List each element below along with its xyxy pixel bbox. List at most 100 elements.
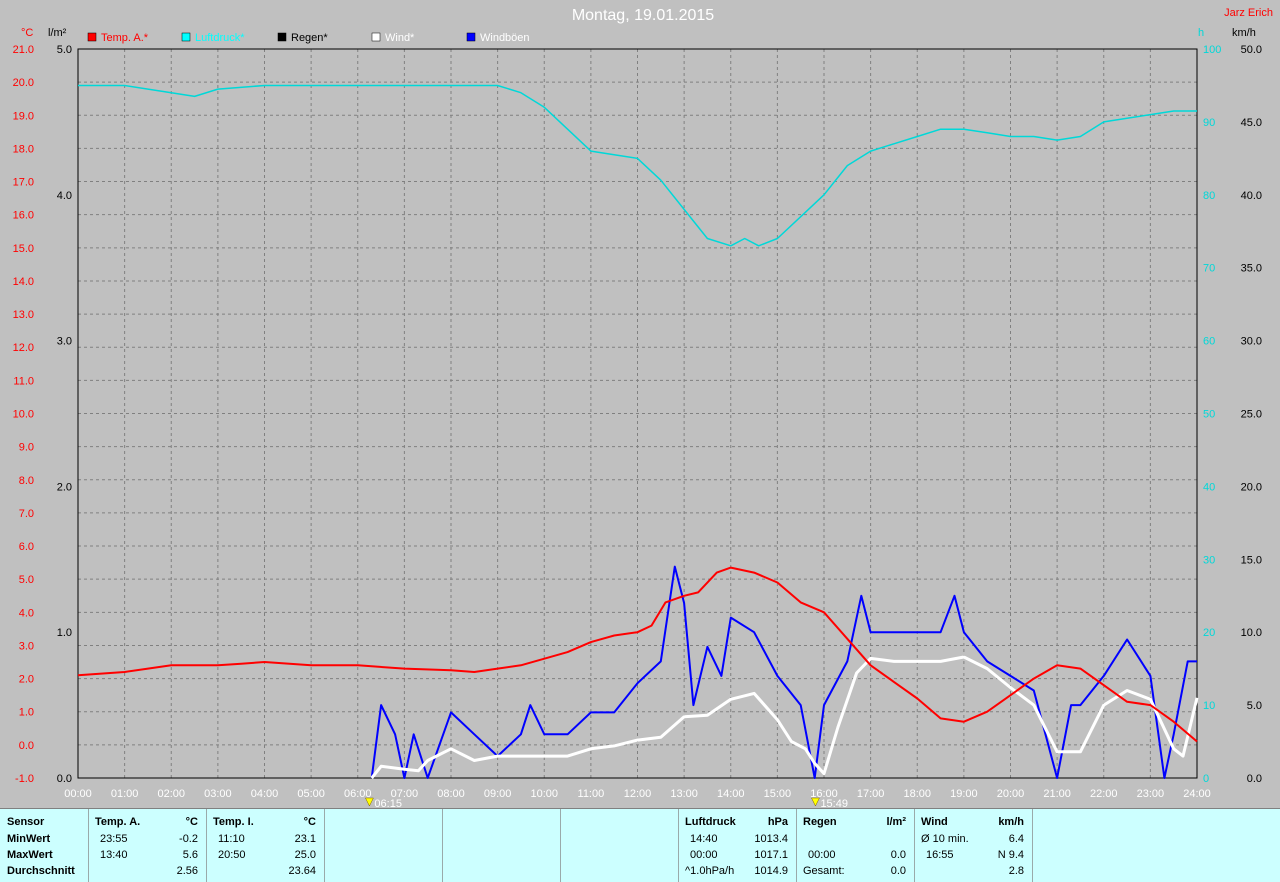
rain-unit: l/m² — [886, 816, 906, 828]
pressure-min-time: 14:40 — [690, 833, 718, 845]
pressure-tick-label: 100 — [1203, 44, 1221, 56]
chart-legend: Temp. A.* Luftdruck* Regen* Wind* Windböen — [87, 32, 530, 44]
time-tick-label: 04:00 — [251, 788, 279, 800]
temp-tick-label: 5.0 — [19, 574, 34, 586]
legend-swatch — [466, 32, 476, 42]
time-tick-label: 18:00 — [903, 788, 931, 800]
temp-a-max-time: 13:40 — [100, 849, 128, 861]
temp-tick-label: 1.0 — [19, 707, 34, 719]
pressure-tick-label: 10 — [1203, 700, 1215, 712]
temp-tick-label: 17.0 — [13, 177, 34, 189]
row-label-avg: Durchschnitt — [7, 865, 75, 877]
pressure-max-time: 00:00 — [690, 849, 718, 861]
legend-label: Luftdruck* — [195, 32, 245, 44]
time-tick-label: 24:00 — [1183, 788, 1211, 800]
rain-max-time: 00:00 — [808, 849, 836, 861]
rain-tick-label: 4.0 — [57, 190, 72, 202]
temp-i-header: Temp. I. — [213, 816, 254, 828]
rain-max: 0.0 — [890, 849, 906, 861]
pressure-tick-label: 70 — [1203, 263, 1215, 275]
wind-tick-label: 50.0 — [1241, 44, 1262, 56]
temp-tick-label: 10.0 — [13, 409, 34, 421]
temp-tick-label: 13.0 — [13, 309, 34, 321]
temp-i-max-time: 20:50 — [218, 849, 246, 861]
time-tick-label: 14:00 — [717, 788, 745, 800]
legend-swatch — [277, 32, 287, 42]
temp-tick-label: 3.0 — [19, 640, 34, 652]
temp-a-avg: 2.56 — [176, 865, 198, 877]
wind-mean: 2.8 — [1008, 865, 1024, 877]
pressure-tick-label: 20 — [1203, 627, 1215, 639]
pressure-tick-label: 90 — [1203, 117, 1215, 129]
wind-avg-label: Ø 10 min. — [921, 833, 969, 845]
wind-header: Wind — [921, 816, 948, 828]
wind-tick-label: 5.0 — [1247, 700, 1262, 712]
time-tick-label: 21:00 — [1043, 788, 1071, 800]
weather-chart: 00:00 01:00 02:00 03:00 04:00 05:00 06:00 07:00… — [13, 7, 1273, 808]
wind-tick-label: 0.0 — [1247, 773, 1262, 785]
wind-tick-label: 20.0 — [1241, 481, 1262, 493]
time-tick-label: 08:00 — [437, 788, 465, 800]
wind-tick-label: 45.0 — [1241, 117, 1262, 129]
time-tick-label: 22:00 — [1090, 788, 1118, 800]
temp-a-unit: °C — [185, 816, 198, 828]
sunset-marker-icon — [811, 797, 820, 807]
rain-axis-unit: l/m² — [48, 27, 67, 39]
pressure-tick-label: 80 — [1203, 190, 1215, 202]
wind-unit: km/h — [998, 816, 1024, 828]
time-tick-label: 17:00 — [857, 788, 885, 800]
temp-tick-label: 16.0 — [13, 210, 34, 222]
temp-i-unit: °C — [303, 816, 316, 828]
temp-i-max: 25.0 — [294, 849, 316, 861]
temp-i-avg: 23.64 — [288, 865, 316, 877]
temp-a-min-time: 23:55 — [100, 833, 128, 845]
time-tick-label: 09:00 — [484, 788, 512, 800]
time-tick-label: 02:00 — [157, 788, 185, 800]
temp-tick-label: 8.0 — [19, 475, 34, 487]
sensor-header: Sensor — [7, 816, 45, 828]
temp-tick-label: 7.0 — [19, 508, 34, 520]
time-tick-label: 11:00 — [578, 788, 605, 800]
time-tick-label: 15:00 — [764, 788, 792, 800]
temp-tick-label: 21.0 — [13, 44, 34, 56]
pressure-tick-label: 30 — [1203, 554, 1215, 566]
rain-tick-label: 1.0 — [57, 627, 72, 639]
pressure-trend: 1014.9 — [754, 865, 788, 877]
legend-label: Regen* — [291, 32, 328, 44]
time-tick-label: 05:00 — [297, 788, 325, 800]
legend-swatch — [87, 32, 97, 42]
wind-axis-unit: km/h — [1232, 27, 1256, 39]
time-tick-label: 03:00 — [204, 788, 232, 800]
wind-max: N 9.4 — [997, 849, 1024, 861]
temp-axis-unit: °C — [21, 27, 33, 39]
temp-tick-label: 11.0 — [13, 375, 34, 387]
wind-tick-label: 10.0 — [1241, 627, 1262, 639]
time-tick-label: 00:00 — [64, 788, 92, 800]
row-label-max: MaxWert — [7, 849, 53, 861]
pressure-tick-label: 40 — [1203, 481, 1215, 493]
time-tick-label: 01:00 — [111, 788, 139, 800]
pressure-axis-unit: h — [1198, 27, 1204, 39]
stats-panel: Sensor MinWert MaxWert Durchschnitt Temp… — [0, 808, 1280, 882]
wind-max-time: 16:55 — [926, 849, 954, 861]
rain-tick-label: 2.0 — [57, 481, 72, 493]
legend-swatch — [181, 32, 191, 42]
sunset-label: 15:49 — [820, 798, 848, 808]
temp-tick-label: 20.0 — [13, 77, 34, 89]
temp-tick-label: 14.0 — [13, 276, 34, 288]
temp-a-max: 5.6 — [182, 849, 198, 861]
temp-tick-label: 2.0 — [19, 674, 34, 686]
temp-tick-label: -1.0 — [15, 773, 34, 785]
sunrise-label: 06:15 — [374, 798, 402, 808]
temp-tick-label: 19.0 — [13, 110, 34, 122]
wind-tick-label: 25.0 — [1241, 409, 1262, 421]
pressure-tick-label: 60 — [1203, 336, 1215, 348]
pressure-max: 1017.1 — [754, 849, 788, 861]
rain-tick-label: 0.0 — [57, 773, 72, 785]
temp-tick-label: 0.0 — [19, 740, 34, 752]
time-tick-label: 19:00 — [950, 788, 978, 800]
rain-tick-label: 5.0 — [57, 44, 72, 56]
temp-tick-label: 18.0 — [13, 143, 34, 155]
pressure-tick-label: 0 — [1203, 773, 1209, 785]
pressure-header: Luftdruck — [685, 816, 736, 828]
